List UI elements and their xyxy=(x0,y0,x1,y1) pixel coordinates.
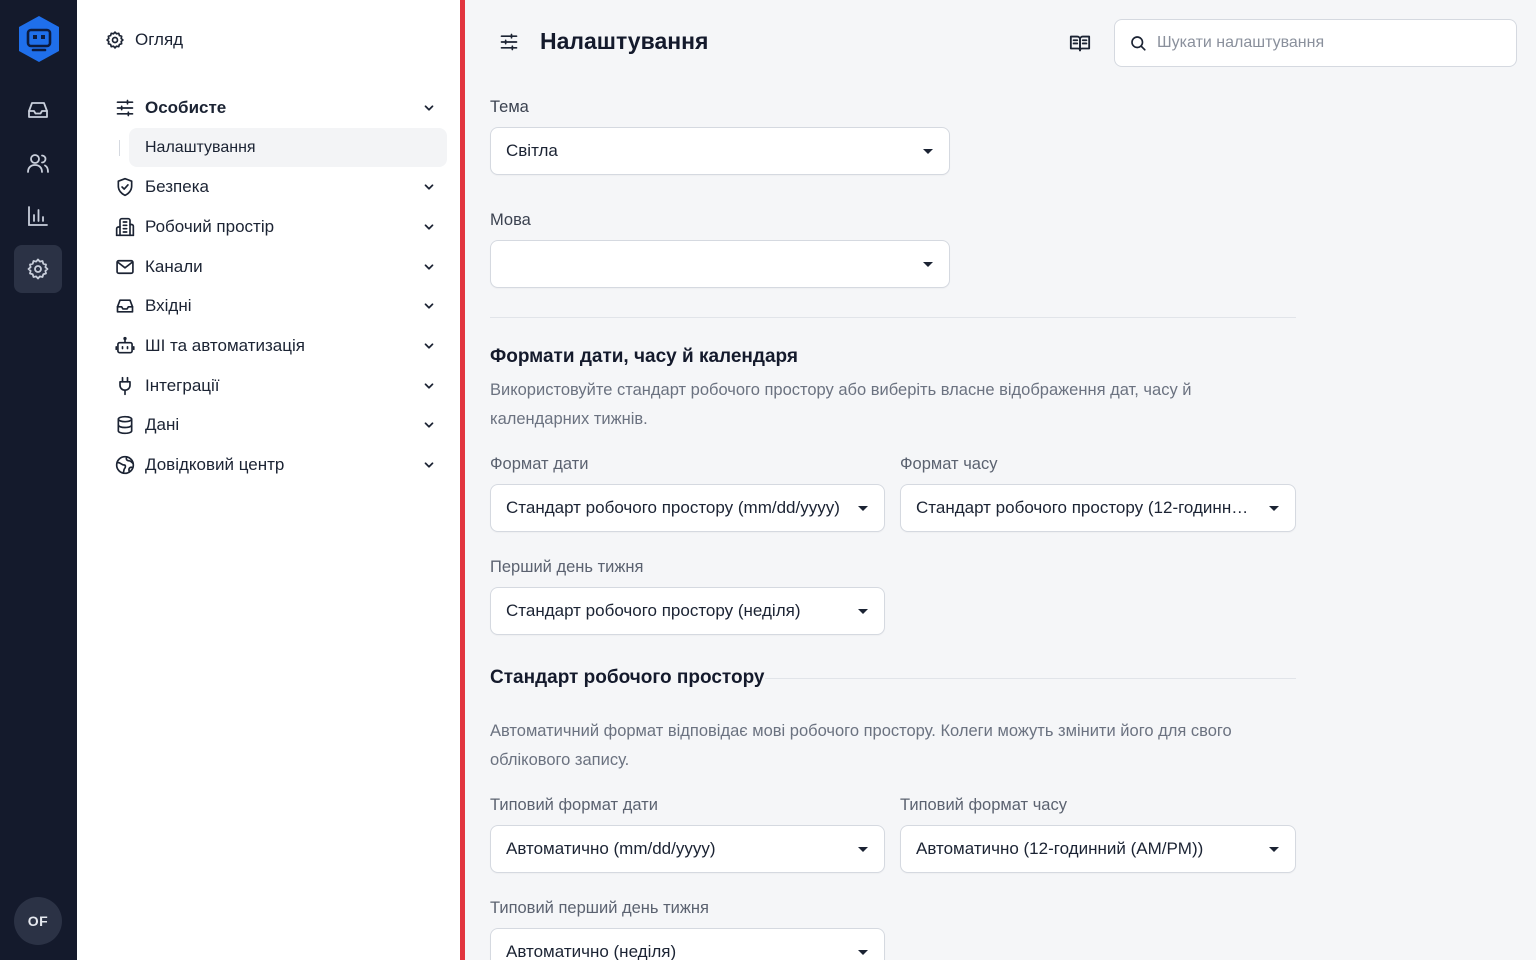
chevron-down-icon xyxy=(421,338,437,354)
database-icon xyxy=(115,415,135,435)
sidebar-subitem-label: Налаштування xyxy=(145,138,256,156)
time-format-value: Стандарт робочого простору (12-годинний … xyxy=(916,498,1257,517)
chevron-down-icon xyxy=(421,417,437,433)
default-date-format-select[interactable]: Автоматично (mm/dd/yyyy) xyxy=(490,825,885,873)
sidebar-item-help-center[interactable]: Довідковий центр xyxy=(105,445,447,485)
default-time-format-select[interactable]: Автоматично (12-годинний (AM/PM)) xyxy=(900,825,1296,873)
contacts-icon xyxy=(27,154,49,173)
sidebar-item-security[interactable]: Безпека xyxy=(105,167,447,207)
sidebar-item-workspace[interactable]: Робочий простір xyxy=(105,207,447,247)
book-icon[interactable] xyxy=(1069,32,1091,54)
inbox-icon xyxy=(28,102,48,118)
language-select[interactable] xyxy=(490,240,950,288)
rail-reports-button[interactable] xyxy=(14,192,62,240)
formats-section-description: Використовуйте стандарт робочого простор… xyxy=(490,381,1192,428)
sidebar-item-channels[interactable]: Канали xyxy=(105,247,447,287)
date-format-select[interactable]: Стандарт робочого простору (mm/dd/yyyy) xyxy=(490,484,885,532)
overview-label: Огляд xyxy=(135,30,184,49)
sidebar-item-label: ШІ та автоматизація xyxy=(145,335,305,355)
time-format-select[interactable]: Стандарт робочого простору (12-годинний … xyxy=(900,484,1296,532)
caret-down-icon xyxy=(858,949,868,955)
chevron-down-icon xyxy=(421,259,437,275)
workspace-section-title: Стандарт робочого простору xyxy=(490,667,765,688)
caret-down-icon xyxy=(923,261,933,267)
first-day-label: Перший день тижня xyxy=(490,558,644,576)
app-logo-icon[interactable] xyxy=(16,14,62,64)
settings-main: Налаштування Тема Світла Мова Формати да… xyxy=(465,0,1536,960)
sidebar-item-label: Інтеграції xyxy=(145,375,220,395)
chevron-down-icon xyxy=(421,100,437,116)
settings-sidebar: Огляд Особисте Налаштування Безпека Робо… xyxy=(77,0,461,960)
default-first-day-value: Автоматично (неділя) xyxy=(506,942,677,960)
chevron-down-icon xyxy=(421,219,437,235)
sidebar-item-label: Довідковий центр xyxy=(145,455,285,475)
sidebar-item-label: Канали xyxy=(145,256,203,276)
inbox-icon xyxy=(115,296,135,316)
shield-icon xyxy=(115,177,135,197)
chevron-down-icon xyxy=(421,457,437,473)
chevron-down-icon xyxy=(421,378,437,394)
bot-icon xyxy=(115,336,135,356)
sidebar-item-label: Дані xyxy=(145,415,180,435)
globe-icon xyxy=(115,455,135,475)
rail-contacts-button[interactable] xyxy=(14,139,62,187)
building-icon xyxy=(115,217,135,237)
workspace-section-description: Автоматичний формат відповідає мові робо… xyxy=(490,722,1232,769)
caret-down-icon xyxy=(858,608,868,614)
section-divider xyxy=(490,317,1296,318)
sidebar-toggle-icon[interactable] xyxy=(499,32,519,52)
language-label: Мова xyxy=(490,211,531,229)
sidebar-item-inbox[interactable]: Вхідні xyxy=(105,286,447,326)
caret-down-icon xyxy=(858,505,868,511)
sidebar-subitem-preferences[interactable]: Налаштування xyxy=(119,127,447,168)
sidebar-item-label: Особисте xyxy=(145,97,227,117)
user-avatar[interactable]: OF xyxy=(14,897,62,945)
sidebar-nav: Особисте Налаштування Безпека Робочий пр… xyxy=(105,88,447,485)
section-divider xyxy=(765,678,1296,679)
default-first-day-select[interactable]: Автоматично (неділя) xyxy=(490,928,885,960)
default-date-format-value: Автоматично (mm/dd/yyyy) xyxy=(506,839,716,858)
theme-label: Тема xyxy=(490,98,529,116)
sidebar-item-data[interactable]: Дані xyxy=(105,406,447,446)
page-title: Налаштування xyxy=(540,28,709,54)
first-day-value: Стандарт робочого простору (неділя) xyxy=(506,601,801,620)
chevron-down-icon xyxy=(421,298,437,314)
rail-inbox-button[interactable] xyxy=(14,86,62,134)
first-day-select[interactable]: Стандарт робочого простору (неділя) xyxy=(490,587,885,635)
default-time-format-label: Типовий формат часу xyxy=(900,796,1067,814)
date-format-value: Стандарт робочого простору (mm/dd/yyyy) xyxy=(506,498,840,517)
formats-section-title: Формати дати, часу й календаря xyxy=(490,346,798,367)
time-format-label: Формат часу xyxy=(900,455,998,473)
default-first-day-label: Типовий перший день тижня xyxy=(490,899,709,917)
settings-icon xyxy=(27,258,49,280)
gear-icon xyxy=(106,31,124,49)
sidebar-item-label: Робочий простір xyxy=(145,216,275,236)
default-time-format-value: Автоматично (12-годинний (AM/PM)) xyxy=(916,839,1204,858)
overview-link[interactable]: Огляд xyxy=(105,28,183,52)
settings-search[interactable] xyxy=(1114,19,1517,67)
mail-icon xyxy=(115,257,135,277)
reports-icon xyxy=(28,206,48,226)
caret-down-icon xyxy=(858,846,868,852)
date-format-label: Формат дати xyxy=(490,455,589,473)
search-icon xyxy=(1131,36,1146,51)
caret-down-icon xyxy=(923,148,933,154)
rail-settings-button[interactable] xyxy=(14,245,62,293)
chevron-down-icon xyxy=(421,179,437,195)
sidebar-item-label: Вхідні xyxy=(145,296,192,316)
caret-down-icon xyxy=(1269,505,1279,511)
sidebar-item-integrations[interactable]: Інтеграції xyxy=(105,366,447,406)
sidebar-item-ai-automation[interactable]: ШІ та автоматизація xyxy=(105,326,447,366)
theme-select-value: Світла xyxy=(506,141,558,160)
sidebar-item-label: Безпека xyxy=(145,177,209,197)
plug-icon xyxy=(115,376,135,396)
page-header: Налаштування xyxy=(465,0,1536,88)
icon-rail: OF xyxy=(0,0,77,960)
sidebar-item-personal[interactable]: Особисте xyxy=(105,88,447,128)
search-input[interactable] xyxy=(1157,34,1497,52)
caret-down-icon xyxy=(1269,846,1279,852)
theme-select[interactable]: Світла xyxy=(490,127,950,175)
default-date-format-label: Типовий формат дати xyxy=(490,796,658,814)
sliders-icon xyxy=(115,98,135,118)
